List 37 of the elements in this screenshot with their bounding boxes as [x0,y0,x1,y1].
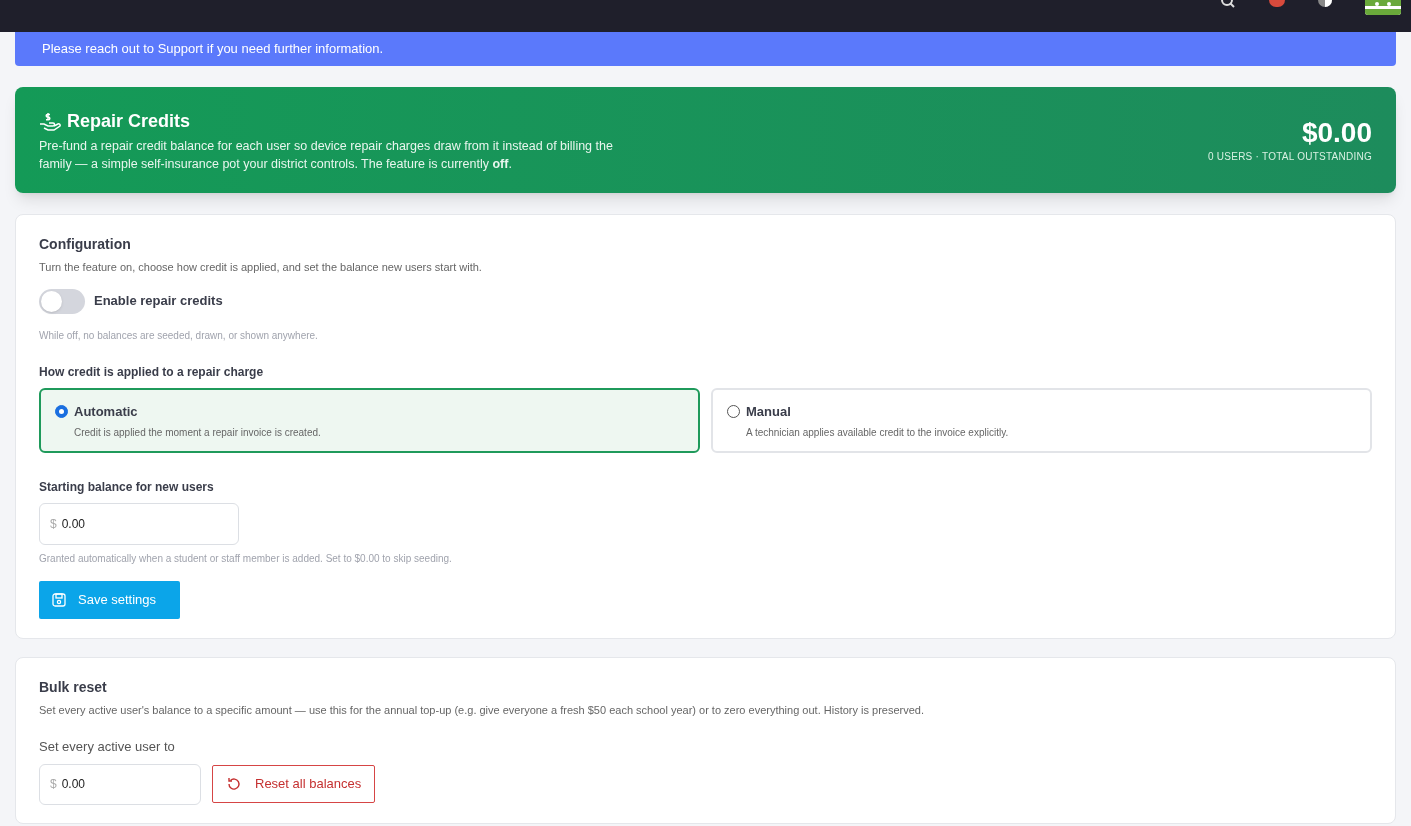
contrast-icon[interactable] [1317,0,1333,8]
field-value: 0.00 [61,776,86,793]
hand-coin-icon [39,111,61,131]
toggle-help: While off, no balances are seeded, drawn, or shown anywhere. [39,328,319,343]
balance-field[interactable]: $ 0.00 [39,502,239,545]
mode-option[interactable]: Automatic Credit is applied the moment a repair invoice is created. [39,387,700,453]
save-icon [52,592,66,607]
radio-button[interactable] [727,404,740,418]
mode-option[interactable]: Manual A technician applies available credit to the invoice explicitly. [711,387,1372,453]
reset-button[interactable]: Reset all balances [212,765,376,803]
hero-title: Repair Credits [67,109,191,133]
option-description: Credit is applied the moment a repair invoice is created. [74,426,322,440]
field-label: Starting balance for new users [39,478,215,496]
undo-icon [226,776,242,792]
section-subtitle: Turn the feature on, choose how credit is applied, and set the balance new users start with. [39,260,483,275]
radio-button[interactable] [55,404,68,418]
total-amount: $0.00 [1301,116,1372,149]
field-help: Granted automatically when a student or staff member is added. Set to $0.00 to skip seeding. [39,551,453,566]
currency-prefix: $ [50,515,57,533]
section-title: Bulk reset [39,677,108,697]
enable-toggle[interactable] [39,288,85,314]
hero-description: Pre-fund a repair credit balance for each user so device repair charges draw from it instead of billing the family — a simple self-insurance pot your district controls. The feature is currently off. [39,137,614,173]
section-title: Configuration [39,235,132,254]
amount-field[interactable]: $ 0.00 [39,763,201,805]
total-caption: 0 USERS · TOTAL OUTSTANDING [1208,149,1372,164]
option-title: Automatic [74,402,138,421]
option-title: Manual [746,402,791,421]
option-description: A technician applies available credit to the invoice explicitly. [746,426,1010,440]
mode-label: How credit is applied to a repair charge [39,363,265,381]
toggle-label: Enable repair credits [94,292,223,311]
notification-badge[interactable] [1269,0,1285,7]
field-label: Set every active user to [39,738,176,756]
search-icon[interactable] [1221,0,1237,10]
currency-prefix: $ [50,776,57,793]
section-description: Set every active user's balance to a specific amount — use this for the annual top-up (e.g. give everyone a fresh $50 each school year) or to zero everything out. History is preserved. [39,702,925,718]
field-value: 0.00 [61,515,86,533]
banner-text: Please reach out to Support if you need further information. [42,40,384,59]
